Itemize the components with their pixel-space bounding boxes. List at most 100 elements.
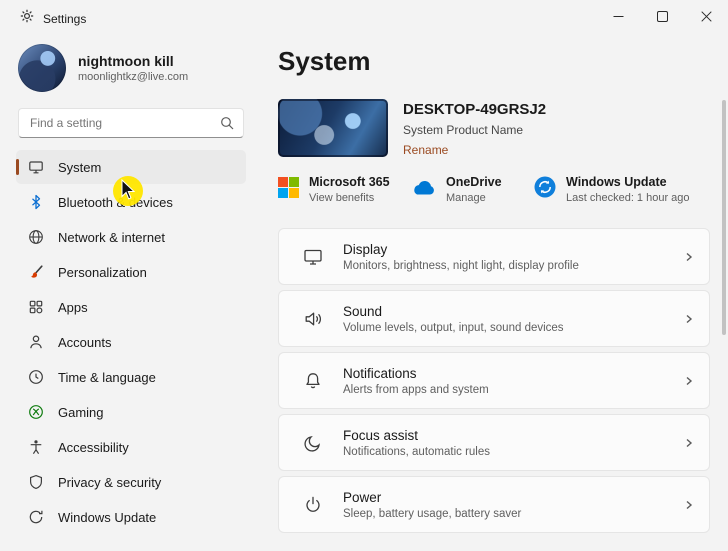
search-box [18,108,244,138]
card-display[interactable]: Display Monitors, brightness, night ligh… [278,228,710,285]
quick-link-title: Windows Update [566,175,667,189]
quick-link-microsoft-365[interactable]: Microsoft 365 View benefits [278,175,410,204]
card-subtitle: Alerts from apps and system [343,383,489,396]
card-title: Power [343,489,382,505]
minimize-button[interactable] [596,0,640,32]
bluetooth-icon [28,194,44,210]
card-sound[interactable]: Sound Volume levels, output, input, soun… [278,290,710,347]
onedrive-cloud-icon [410,179,436,201]
quick-link-text: Windows Update Last checked: 1 hour ago [566,175,690,204]
power-icon [303,495,325,515]
sidebar-item-windows-update[interactable]: Windows Update [16,500,246,534]
person-icon [28,334,44,350]
card-subtitle: Monitors, brightness, night light, displ… [343,259,579,272]
maximize-button[interactable] [640,0,684,32]
paintbrush-icon [28,264,44,280]
sidebar-item-label: Bluetooth & devices [58,194,173,210]
sidebar-item-privacy-security[interactable]: Privacy & security [16,465,246,499]
card-text: Display Monitors, brightness, night ligh… [343,242,683,272]
device-product-name: System Product Name [403,123,524,137]
microsoft-365-icon [278,176,299,203]
user-email: moonlightkz@live.com [78,71,189,84]
system-icon [28,159,44,175]
sidebar-item-label: Personalization [58,264,147,280]
rename-link[interactable]: Rename [403,143,448,157]
sidebar-item-personalization[interactable]: Personalization [16,255,246,289]
sidebar-item-gaming[interactable]: Gaming [16,395,246,429]
device-name: DESKTOP-49GRSJ2 [403,101,547,118]
sidebar-item-label: System [58,159,102,175]
window-controls [596,0,728,32]
clock-icon [28,369,44,385]
sidebar-item-label: Apps [58,299,88,315]
sidebar-item-system[interactable]: System [16,150,246,184]
sidebar-item-apps[interactable]: Apps [16,290,246,324]
chevron-right-icon [683,437,695,449]
chevron-right-icon [683,251,695,263]
sidebar-item-network-internet[interactable]: Network & internet [16,220,246,254]
sidebar-item-time-language[interactable]: Time & language [16,360,246,394]
sidebar: nightmoon kill moonlightkz@live.com Syst… [0,32,262,551]
device-info: DESKTOP-49GRSJ2 System Product Name Rena… [403,99,546,159]
sidebar-item-accounts[interactable]: Accounts [16,325,246,359]
quick-link-onedrive[interactable]: OneDrive Manage [410,175,534,204]
quick-link-windows-update[interactable]: Windows Update Last checked: 1 hour ago [534,175,690,204]
update-arrows-icon [28,509,44,525]
card-text: Sound Volume levels, output, input, soun… [343,304,683,334]
quick-link-subtitle: Manage [446,192,486,204]
settings-window: Settings nightmoon kill moonlightkz@live… [0,0,728,551]
windows-update-icon [534,176,556,203]
user-info: nightmoon kill moonlightkz@live.com [78,53,188,84]
device-image [278,99,388,157]
scrollbar[interactable] [722,100,726,547]
search-input[interactable] [18,108,244,138]
sidebar-item-label: Windows Update [58,509,157,525]
sidebar-item-bluetooth-devices[interactable]: Bluetooth & devices [16,185,246,219]
close-button[interactable] [684,0,728,32]
quick-link-title: OneDrive [446,175,502,189]
sidebar-item-label: Time & language [58,369,156,385]
quick-link-title: Microsoft 365 [309,175,390,189]
quick-links: Microsoft 365 View benefits OneDrive Man… [278,175,710,204]
sidebar-item-label: Accounts [58,334,112,350]
sidebar-item-label: Network & internet [58,229,165,245]
window-title: Settings [43,11,87,26]
card-title: Focus assist [343,427,419,443]
card-text: Notifications Alerts from apps and syste… [343,366,683,396]
avatar [18,44,66,92]
quick-link-text: Microsoft 365 View benefits [309,175,390,204]
card-subtitle: Sleep, battery usage, battery saver [343,507,522,520]
sidebar-item-label: Gaming [58,404,104,420]
shield-icon [28,474,44,490]
card-title: Display [343,241,388,257]
globe-icon [28,229,44,245]
quick-link-text: OneDrive Manage [446,175,502,204]
chevron-right-icon [683,499,695,511]
card-focus-assist[interactable]: Focus assist Notifications, automatic ru… [278,414,710,471]
card-text: Power Sleep, battery usage, battery save… [343,490,683,520]
card-notifications[interactable]: Notifications Alerts from apps and syste… [278,352,710,409]
card-subtitle: Notifications, automatic rules [343,445,491,458]
card-power[interactable]: Power Sleep, battery usage, battery save… [278,476,710,533]
settings-cards: Display Monitors, brightness, night ligh… [278,228,710,533]
sidebar-item-label: Accessibility [58,439,129,455]
sidebar-nav: System Bluetooth & devices Network & int… [16,150,246,534]
user-profile[interactable]: nightmoon kill moonlightkz@live.com [16,38,246,104]
card-text: Focus assist Notifications, automatic ru… [343,428,683,458]
quick-link-subtitle: View benefits [309,192,375,204]
sidebar-item-accessibility[interactable]: Accessibility [16,430,246,464]
apps-icon [28,299,44,315]
card-title: Notifications [343,365,417,381]
crescent-moon-icon [303,433,325,453]
bell-icon [303,371,325,391]
card-subtitle: Volume levels, output, input, sound devi… [343,321,564,334]
scrollbar-thumb[interactable] [722,100,726,335]
speaker-icon [303,309,325,329]
accessibility-icon [28,439,44,455]
titlebar: Settings [0,0,728,32]
device-section: DESKTOP-49GRSJ2 System Product Name Rena… [278,99,710,159]
chevron-right-icon [683,375,695,387]
user-name: nightmoon kill [78,52,174,69]
display-icon [303,247,325,267]
sidebar-item-label: Privacy & security [58,474,162,490]
